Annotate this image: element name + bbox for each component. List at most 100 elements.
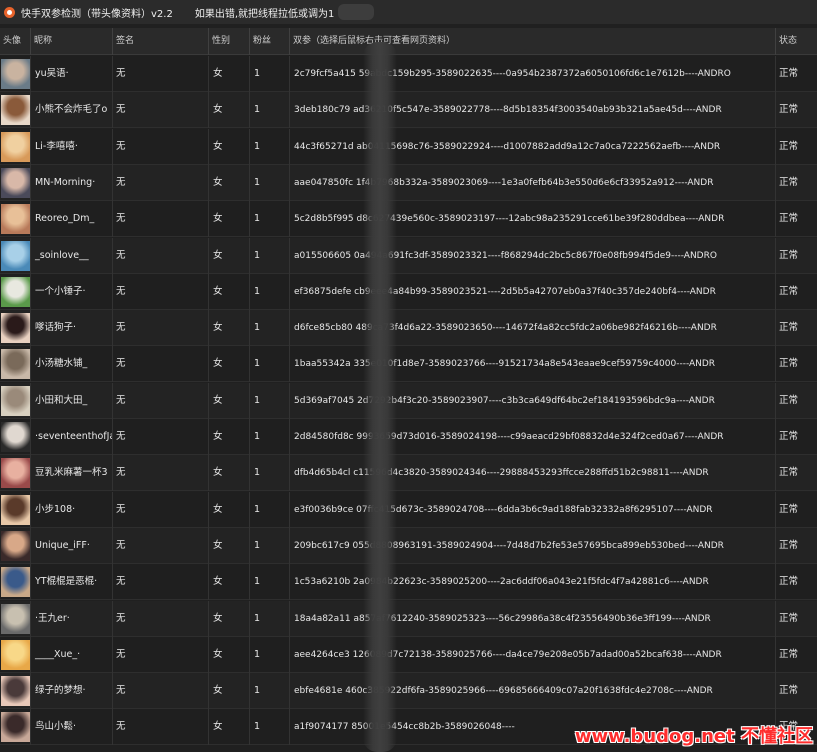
gender-cell[interactable]: 女 bbox=[209, 455, 250, 492]
nickname-cell[interactable]: 小汤糖水铺_ bbox=[31, 346, 113, 383]
status-cell[interactable]: 正常 bbox=[776, 238, 817, 274]
nickname-cell[interactable]: yu吴语· bbox=[31, 56, 113, 92]
status-cell[interactable]: 正常 bbox=[776, 492, 817, 528]
signature-cell[interactable]: 无 bbox=[113, 56, 209, 92]
nickname-cell[interactable]: MN-Morning· bbox=[31, 164, 113, 201]
table-row[interactable]: 小熊不会炸毛了o 无女 1 3deb180c79 ad36210f5c547e-358… bbox=[0, 92, 817, 129]
signature-cell[interactable]: 无 bbox=[113, 636, 209, 673]
column-header-nickname[interactable]: 昵称 bbox=[31, 28, 113, 55]
signature-cell[interactable]: 无 bbox=[113, 709, 209, 746]
gender-cell[interactable]: 女 bbox=[209, 128, 250, 165]
signature-cell[interactable]: 无 bbox=[113, 201, 209, 238]
fans-cell[interactable]: 1 bbox=[250, 273, 290, 310]
gender-cell[interactable]: 女 bbox=[209, 564, 250, 601]
status-cell[interactable]: 正常 bbox=[776, 92, 817, 128]
gender-cell[interactable]: 女 bbox=[209, 164, 250, 201]
signature-cell[interactable]: 无 bbox=[113, 455, 209, 492]
gender-cell[interactable]: 女 bbox=[209, 201, 250, 238]
nickname-cell[interactable]: 绿子的梦想· bbox=[31, 673, 113, 710]
status-cell[interactable]: 正常 bbox=[776, 419, 817, 455]
signature-cell[interactable]: 无 bbox=[113, 382, 209, 419]
fans-cell[interactable]: 1 bbox=[250, 527, 290, 564]
signature-cell[interactable]: 无 bbox=[113, 527, 209, 564]
signature-cell[interactable]: 无 bbox=[113, 128, 209, 165]
nickname-cell[interactable]: ____Xue_· bbox=[31, 636, 113, 673]
nickname-cell[interactable]: YT棍棍是恶棍· bbox=[31, 564, 113, 601]
fans-cell[interactable]: 1 bbox=[250, 673, 290, 710]
table-row[interactable]: 豆乳米麻薯一杯3 无女 1 dfb4d65b4cl c11596d4c3820-358… bbox=[0, 455, 817, 492]
gender-cell[interactable]: 女 bbox=[209, 56, 250, 92]
fans-cell[interactable]: 1 bbox=[250, 201, 290, 238]
signature-cell[interactable]: 无 bbox=[113, 346, 209, 383]
column-header-signature[interactable]: 签名 bbox=[113, 28, 209, 55]
gender-cell[interactable]: 女 bbox=[209, 527, 250, 564]
gender-cell[interactable]: 女 bbox=[209, 673, 250, 710]
table-row[interactable]: ·王九er· 无女 1 18a4a82a11 a857af7612240-358902… bbox=[0, 600, 817, 637]
table-row[interactable]: 绿子的梦想· 无女 1 ebfe4681e 460c385922df6fa-35890… bbox=[0, 673, 817, 710]
fans-cell[interactable]: 1 bbox=[250, 346, 290, 383]
gender-cell[interactable]: 女 bbox=[209, 419, 250, 455]
signature-cell[interactable]: 无 bbox=[113, 491, 209, 528]
status-cell[interactable]: 正常 bbox=[776, 129, 817, 165]
fans-cell[interactable]: 1 bbox=[250, 491, 290, 528]
fans-cell[interactable]: 1 bbox=[250, 455, 290, 492]
gender-cell[interactable]: 女 bbox=[209, 382, 250, 419]
fans-cell[interactable]: 1 bbox=[250, 382, 290, 419]
gender-cell[interactable]: 女 bbox=[209, 237, 250, 274]
status-cell[interactable]: 正常 bbox=[776, 637, 817, 673]
status-cell[interactable]: 正常 bbox=[776, 346, 817, 382]
fans-cell[interactable]: 1 bbox=[250, 600, 290, 637]
status-cell[interactable]: 正常 bbox=[776, 455, 817, 491]
fans-cell[interactable]: 1 bbox=[250, 92, 290, 129]
table-row[interactable]: Unique_iFF· 无女 1 209bc617c9 055d8808963191-… bbox=[0, 527, 817, 564]
status-cell[interactable]: 正常 bbox=[776, 274, 817, 310]
nickname-cell[interactable]: 小步108· bbox=[31, 491, 113, 528]
table-row[interactable]: ____Xue_· 无女 1 aee4264ce3 126089d7c72138-35… bbox=[0, 636, 817, 673]
column-header-gender[interactable]: 性别 bbox=[209, 28, 250, 55]
table-row[interactable]: Reoreo_Dm_ 无女 1 5c2d8b5f995 d8c627439e560c-… bbox=[0, 201, 817, 238]
nickname-cell[interactable]: ·王九er· bbox=[31, 600, 113, 637]
nickname-cell[interactable]: Unique_iFF· bbox=[31, 527, 113, 564]
fans-cell[interactable]: 1 bbox=[250, 56, 290, 92]
signature-cell[interactable]: 无 bbox=[113, 92, 209, 129]
column-header-fans[interactable]: 粉丝 bbox=[250, 28, 290, 55]
signature-cell[interactable]: 无 bbox=[113, 419, 209, 455]
signature-cell[interactable]: 无 bbox=[113, 673, 209, 710]
nickname-cell[interactable]: 一个小锤子· bbox=[31, 273, 113, 310]
signature-cell[interactable]: 无 bbox=[113, 273, 209, 310]
table-row[interactable]: MN-Morning· 无女 1 aae047850fc 1f4b7968b332a-… bbox=[0, 164, 817, 201]
nickname-cell[interactable]: 小熊不会炸毛了o bbox=[31, 92, 113, 129]
nickname-cell[interactable]: _soinlove__ bbox=[31, 237, 113, 274]
table-row[interactable]: _soinlove__ 无女 1 a015506605 0a494a691fc3df-… bbox=[0, 237, 817, 274]
gender-cell[interactable]: 女 bbox=[209, 636, 250, 673]
signature-cell[interactable]: 无 bbox=[113, 600, 209, 637]
signature-cell[interactable]: 无 bbox=[113, 310, 209, 347]
column-header-status[interactable]: 状态 bbox=[776, 28, 817, 55]
fans-cell[interactable]: 1 bbox=[250, 128, 290, 165]
table-row[interactable]: YT棍棍是恶棍· 无女 1 1c53a6210b 2a0984b22623c-3589… bbox=[0, 564, 817, 601]
table-row[interactable]: 小步108· 无女 1 e3f0036b9ce 07ffc415d673c-35890… bbox=[0, 491, 817, 528]
fans-cell[interactable]: 1 bbox=[250, 419, 290, 455]
status-cell[interactable]: 正常 bbox=[776, 564, 817, 600]
table-row[interactable]: Li-李嘻嘻· 无女 1 44c3f65271d ab04115698c76-3589… bbox=[0, 128, 817, 165]
signature-cell[interactable]: 无 bbox=[113, 237, 209, 274]
fans-cell[interactable]: 1 bbox=[250, 709, 290, 746]
table-row[interactable]: ·seventeenthofJa 无女 1 2d84580fd8c 9993659d7… bbox=[0, 419, 817, 455]
status-cell[interactable]: 正常 bbox=[776, 528, 817, 564]
gender-cell[interactable]: 女 bbox=[209, 92, 250, 129]
gender-cell[interactable]: 女 bbox=[209, 709, 250, 746]
nickname-cell[interactable]: 豆乳米麻薯一杯3 bbox=[31, 455, 113, 492]
gender-cell[interactable]: 女 bbox=[209, 600, 250, 637]
fans-cell[interactable]: 1 bbox=[250, 564, 290, 601]
column-header-avatar[interactable]: 头像 bbox=[0, 28, 31, 55]
status-cell[interactable]: 正常 bbox=[776, 310, 817, 346]
fans-cell[interactable]: 1 bbox=[250, 237, 290, 274]
table-row[interactable]: yu吴语· 无女 1 2c79fcf5a415 59abdc159b295-35890… bbox=[0, 56, 817, 92]
signature-cell[interactable]: 无 bbox=[113, 564, 209, 601]
nickname-cell[interactable]: ·seventeenthofJa bbox=[31, 419, 113, 455]
table-row[interactable]: 嗲话狗子· 无女 1 d6fce85cb80 489ca73f4d6a22-35890… bbox=[0, 310, 817, 347]
table-row[interactable]: 小田和大田_ 无女 1 5d369af7045 2d7292b4f3c20-35890… bbox=[0, 382, 817, 419]
table-row[interactable]: 一个小锤子· 无女 1 ef36875defe cb9eee4a84b99-35890… bbox=[0, 273, 817, 310]
gender-cell[interactable]: 女 bbox=[209, 491, 250, 528]
nickname-cell[interactable]: 小田和大田_ bbox=[31, 382, 113, 419]
